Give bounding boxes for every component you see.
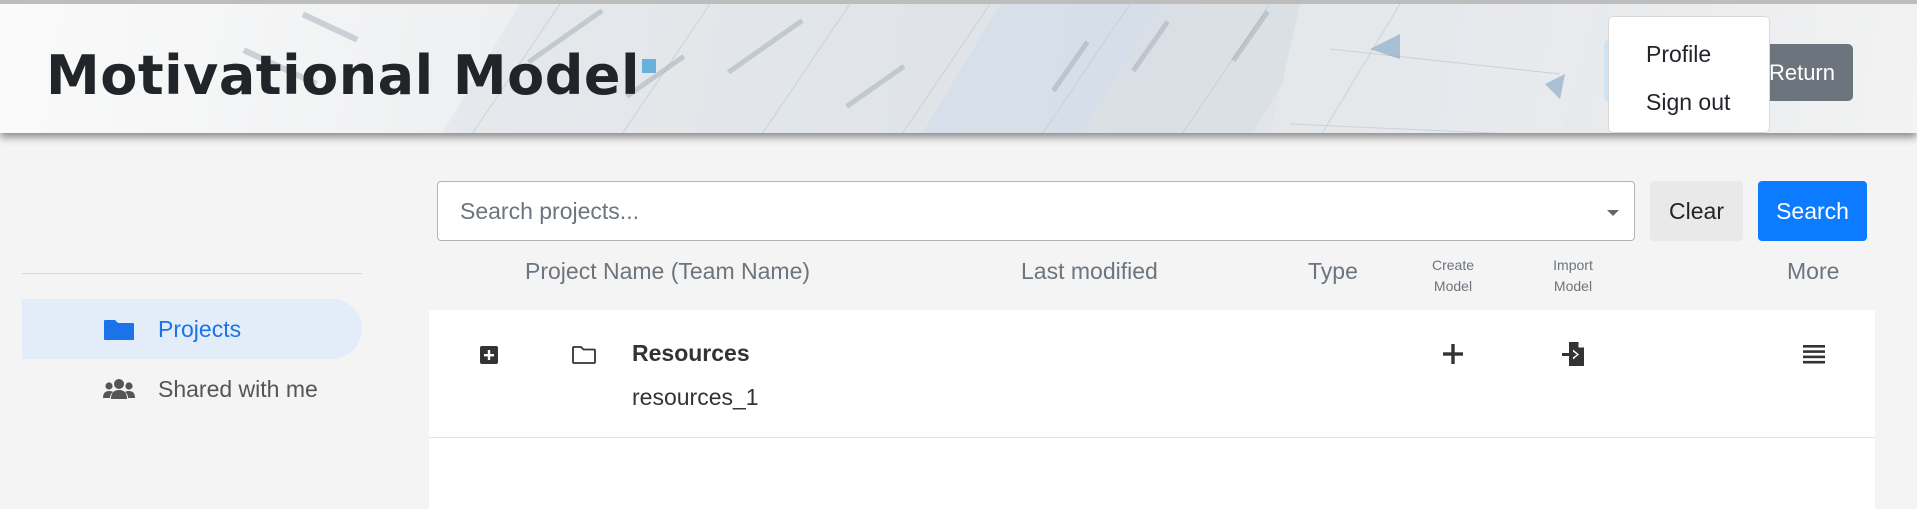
column-header-last-modified: Last modified [1021,258,1158,284]
sign-out-menu-item[interactable]: Sign out [1646,89,1730,116]
team-name: resources_1 [632,384,759,410]
projects-table: Resources resources_1 [429,310,1875,509]
search-button[interactable]: Search [1758,181,1867,241]
users-icon [103,379,135,399]
sidebar-item-projects[interactable]: Projects [22,299,362,359]
menu-lines-icon[interactable] [1803,344,1825,364]
folder-icon [104,320,134,340]
sidebar-item-label: Projects [158,315,242,342]
column-header-more: More [1787,258,1840,284]
project-name[interactable]: Resources [632,340,750,367]
column-header-name: Project Name (Team Name) [525,258,811,284]
expand-plus-icon[interactable] [479,345,499,365]
column-header-type: Type [1308,258,1358,284]
column-header-create-model: Create Model [1431,257,1475,294]
user-dropdown-menu: Profile Sign out [1608,16,1770,133]
sidebar-divider [22,273,362,274]
plus-icon[interactable] [1442,343,1464,365]
chevron-down-icon[interactable] [1607,210,1619,216]
search-combobox[interactable] [437,181,1635,241]
folder-outline-icon [572,346,596,364]
row-divider [429,437,1875,438]
file-import-icon[interactable] [1561,340,1587,368]
sidebar-item-label: Shared with me [158,375,318,402]
sidebar-item-shared[interactable]: Shared with me [22,359,362,419]
search-input[interactable] [438,182,1634,240]
column-header-import-model: Import Model [1553,257,1593,294]
clear-button[interactable]: Clear [1650,181,1743,241]
page-title: Motivational Model [46,44,641,107]
profile-menu-item[interactable]: Profile [1646,41,1711,68]
